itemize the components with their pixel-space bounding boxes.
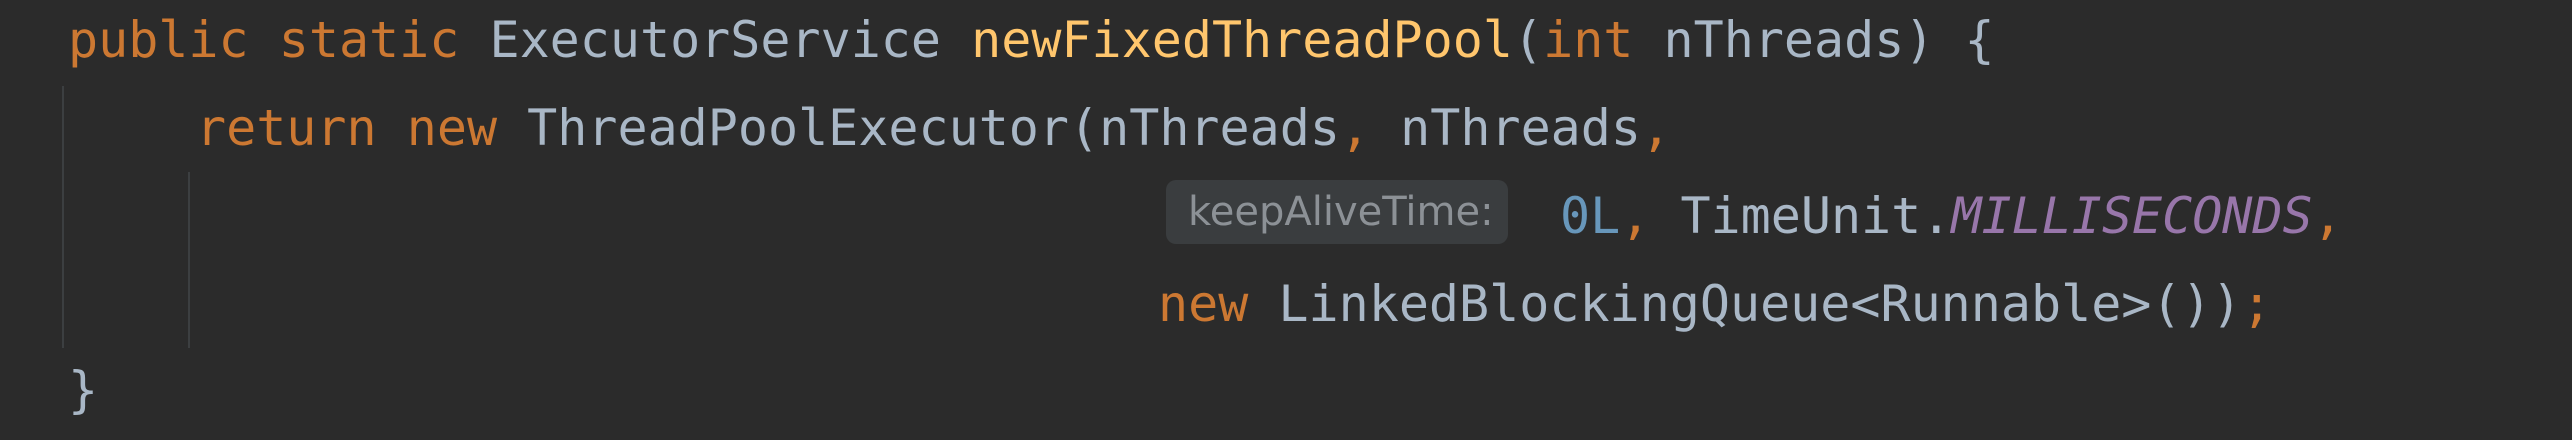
code-line-2[interactable]: return new ThreadPoolExecutor(nThreads, … <box>196 98 1671 158</box>
keyword-new: new <box>1158 275 1249 333</box>
keyword-public: public <box>68 11 249 69</box>
close-paren-brace: ) { <box>1904 11 1995 69</box>
code-line-5[interactable]: } <box>68 360 98 420</box>
comma: , <box>1339 99 1371 157</box>
code-line-3[interactable]: 0L, TimeUnit.MILLISECONDS, <box>1560 186 2343 246</box>
open-paren: ( <box>1512 11 1544 69</box>
argument: (nThreads <box>1069 99 1340 157</box>
parameter-hint: keepAliveTime: <box>1166 180 1508 244</box>
method-name: newFixedThreadPool <box>971 11 1513 69</box>
queue-type: LinkedBlockingQueue<Runnable>() <box>1278 275 2212 333</box>
code-line-4[interactable]: new LinkedBlockingQueue<Runnable>()); <box>1158 274 2272 334</box>
code-editor[interactable]: public static ExecutorService newFixedTh… <box>0 0 2572 440</box>
enum-class: TimeUnit. <box>1680 187 1952 245</box>
keyword-new: new <box>406 99 498 157</box>
code-line-1[interactable]: public static ExecutorService newFixedTh… <box>68 10 1995 70</box>
keyword-int: int <box>1543 11 1634 69</box>
keyword-static: static <box>278 11 460 69</box>
indent-guide <box>62 86 64 348</box>
class-name: ThreadPoolExecutor <box>527 99 1070 157</box>
return-type: ExecutorService <box>489 11 942 69</box>
enum-constant: MILLISECONDS <box>1951 187 2313 245</box>
semicolon: ; <box>2241 275 2272 333</box>
param-name: nThreads <box>1663 11 1905 69</box>
indent-guide <box>188 172 190 348</box>
close-brace: } <box>68 361 99 419</box>
close-paren: ) <box>2211 275 2242 333</box>
comma: , <box>1620 187 1651 245</box>
comma: , <box>2312 187 2343 245</box>
keyword-return: return <box>196 99 377 157</box>
argument: nThreads <box>1400 99 1641 157</box>
number-literal: 0L <box>1560 187 1621 245</box>
comma: , <box>1641 99 1672 157</box>
